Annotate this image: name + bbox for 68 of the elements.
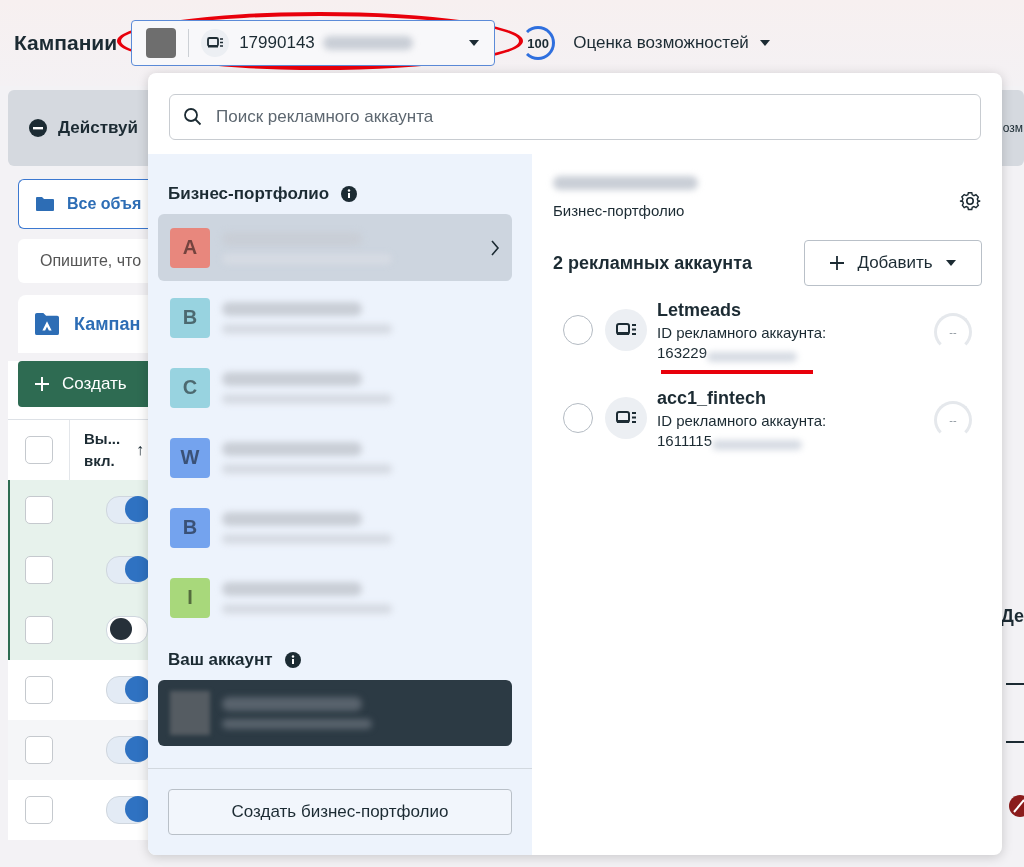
info-icon [341,186,358,202]
photo-placeholder [170,691,210,735]
minus-circle-icon [28,118,48,138]
campaigns-tab[interactable]: Кампан [18,295,148,353]
portfolio-subtitle: Бизнес-портфолио [553,202,685,219]
letter-avatar: I [170,577,210,618]
page-title: Кампании [14,31,118,55]
create-button[interactable]: Создать [18,361,148,407]
account-id: 163229 [657,344,708,362]
checkbox[interactable] [24,436,53,464]
checkbox[interactable] [25,736,53,764]
letter-avatar: B [170,507,210,548]
portfolio-item[interactable]: I [158,564,512,631]
toggle-switch[interactable] [106,796,148,824]
action-button[interactable]: Действуй [28,118,138,138]
checkbox[interactable] [25,796,53,824]
monitor-icon [605,397,647,439]
column-header[interactable]: Вы... вкл. [84,428,124,472]
monitor-icon [201,29,230,57]
plus-icon [829,255,846,271]
dash-text-icon [1006,683,1024,685]
chevron-right-icon [490,238,500,257]
checkbox[interactable] [25,496,53,524]
portfolio-item[interactable]: B [158,284,512,351]
add-button[interactable]: Добавить [804,240,982,286]
describe-field[interactable]: Опишите, что [18,239,148,283]
toolbar-text: озм [1002,121,1024,135]
account-id-label: ID рекламного аккаунта: [657,324,827,341]
section-heading: Ваш аккаунт [168,650,273,670]
letter-avatar: B [170,297,210,338]
search-icon [183,107,203,127]
checkbox[interactable] [25,676,53,704]
toggle-switch[interactable] [106,736,148,764]
sort-arrow-icon: ↑ [136,441,144,459]
column-header: Де [1000,606,1024,627]
checkbox[interactable] [25,556,53,584]
search-field[interactable]: Поиск рекламного аккаунта [169,94,981,140]
photo-placeholder [146,28,177,58]
letter-avatar: A [170,227,210,268]
account-name: acc1_fintech [657,388,768,409]
dash-text-icon [1006,741,1024,743]
toggle-switch[interactable] [106,556,148,584]
account-name: Letmeads [657,300,743,321]
create-portfolio-button[interactable]: Создать бизнес-портфолио [168,789,512,835]
account-id-label: ID рекламного аккаунта: [657,412,827,429]
account-id: 17990143 [239,33,315,53]
caret-icon [468,39,481,47]
info-icon [284,652,301,668]
section-heading: Бизнес-портфолио [168,184,330,204]
folder-icon [34,312,60,336]
account-id: 1611115 [657,432,713,450]
toggle-switch[interactable] [106,496,148,524]
caret-icon [758,39,771,47]
plus-icon [34,376,50,392]
letter-avatar: W [170,437,210,478]
caret-icon [944,259,957,267]
personal-account-item[interactable] [158,680,512,746]
opportunity-dropdown[interactable]: Оценка возможностей [567,32,777,54]
monitor-icon [605,309,647,351]
checkbox[interactable] [25,616,53,644]
portfolio-item[interactable]: C [158,354,512,421]
accounts-count: 2 рекламных аккаунта [553,252,752,274]
all-objects-tab[interactable]: Все объя [18,179,148,229]
folder-icon [35,196,55,212]
account-selector[interactable]: 17990143 [131,20,496,66]
toggle-switch[interactable] [106,676,148,704]
toggle-switch[interactable] [106,616,148,644]
letter-avatar: C [170,367,210,408]
